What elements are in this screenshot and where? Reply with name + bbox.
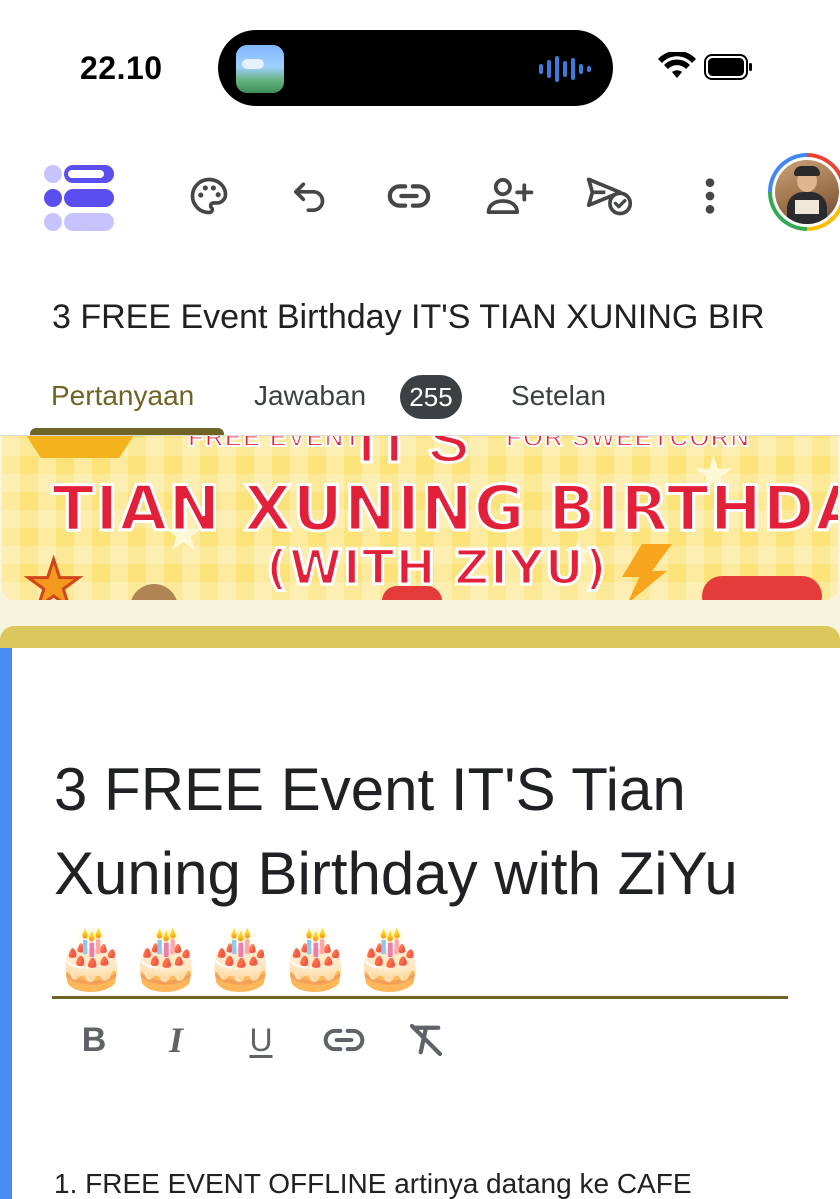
banner-bolt-icon <box>622 544 672 600</box>
tab-responses[interactable]: Jawaban <box>254 380 366 412</box>
form-title-input[interactable]: 3 FREE Event IT'S Tian Xuning Birthday w… <box>54 748 794 1000</box>
banner-its-text: IT'S <box>356 436 470 478</box>
more-vert-icon[interactable] <box>682 168 738 224</box>
audio-waveform-icon <box>539 56 591 82</box>
card-color-header <box>0 626 840 648</box>
form-description-input[interactable]: 1. FREE EVENT OFFLINE artinya datang ke … <box>54 1168 692 1199</box>
banner-decoration <box>382 586 442 600</box>
now-playing-app-icon <box>236 45 284 93</box>
add-collaborator-icon[interactable] <box>482 168 538 224</box>
tab-settings[interactable]: Setelan <box>511 380 606 412</box>
italic-button[interactable]: I <box>154 1018 198 1062</box>
header-banner-image: ★ ★ ★ FREE EVENT IT'S FOR SWEETCORN TIAN… <box>2 436 838 600</box>
wifi-icon <box>658 52 696 78</box>
underline-button[interactable]: U <box>239 1018 283 1062</box>
banner-ribbon <box>24 436 136 458</box>
palette-icon[interactable] <box>181 168 237 224</box>
card-focus-indicator <box>0 648 12 1199</box>
banner-top-left-text: FREE EVENT <box>187 436 362 453</box>
avatar-photo <box>775 160 839 224</box>
dynamic-island[interactable] <box>218 30 613 106</box>
form-title-card[interactable]: 3 FREE Event IT'S Tian Xuning Birthday w… <box>0 626 840 1199</box>
bold-button[interactable]: B <box>72 1018 116 1062</box>
form-document-title[interactable]: 3 FREE Event Birthday IT'S TIAN XUNING B… <box>52 298 765 337</box>
clear-formatting-icon[interactable] <box>404 1018 448 1062</box>
forms-app-logo[interactable] <box>44 165 116 235</box>
status-time: 22.10 <box>80 50 163 86</box>
status-bar: 22.10 <box>0 0 840 130</box>
undo-icon[interactable] <box>282 168 338 224</box>
form-tabs: Pertanyaan Jawaban 255 Setelan <box>0 360 840 436</box>
toolbar <box>0 150 840 250</box>
banner-top-right-text: FOR SWEETCORN <box>505 436 751 453</box>
banner-character-ear <box>130 584 178 600</box>
form-editor-content: ★ ★ ★ FREE EVENT IT'S FOR SWEETCORN TIAN… <box>0 436 840 1199</box>
banner-orange-star-icon: ★ <box>22 546 84 601</box>
banner-decoration <box>702 576 822 600</box>
send-icon[interactable] <box>581 168 637 224</box>
banner-sub-text: (WITH ZIYU) <box>265 539 609 598</box>
insert-link-icon[interactable] <box>322 1018 366 1062</box>
tab-questions[interactable]: Pertanyaan <box>51 380 194 412</box>
banner-main-text: TIAN XUNING BIRTHDAY <box>50 471 838 547</box>
link-icon[interactable] <box>381 168 437 224</box>
account-avatar[interactable] <box>768 153 840 231</box>
responses-count-badge: 255 <box>400 375 462 419</box>
battery-icon <box>704 54 752 80</box>
title-input-underline <box>52 996 788 999</box>
